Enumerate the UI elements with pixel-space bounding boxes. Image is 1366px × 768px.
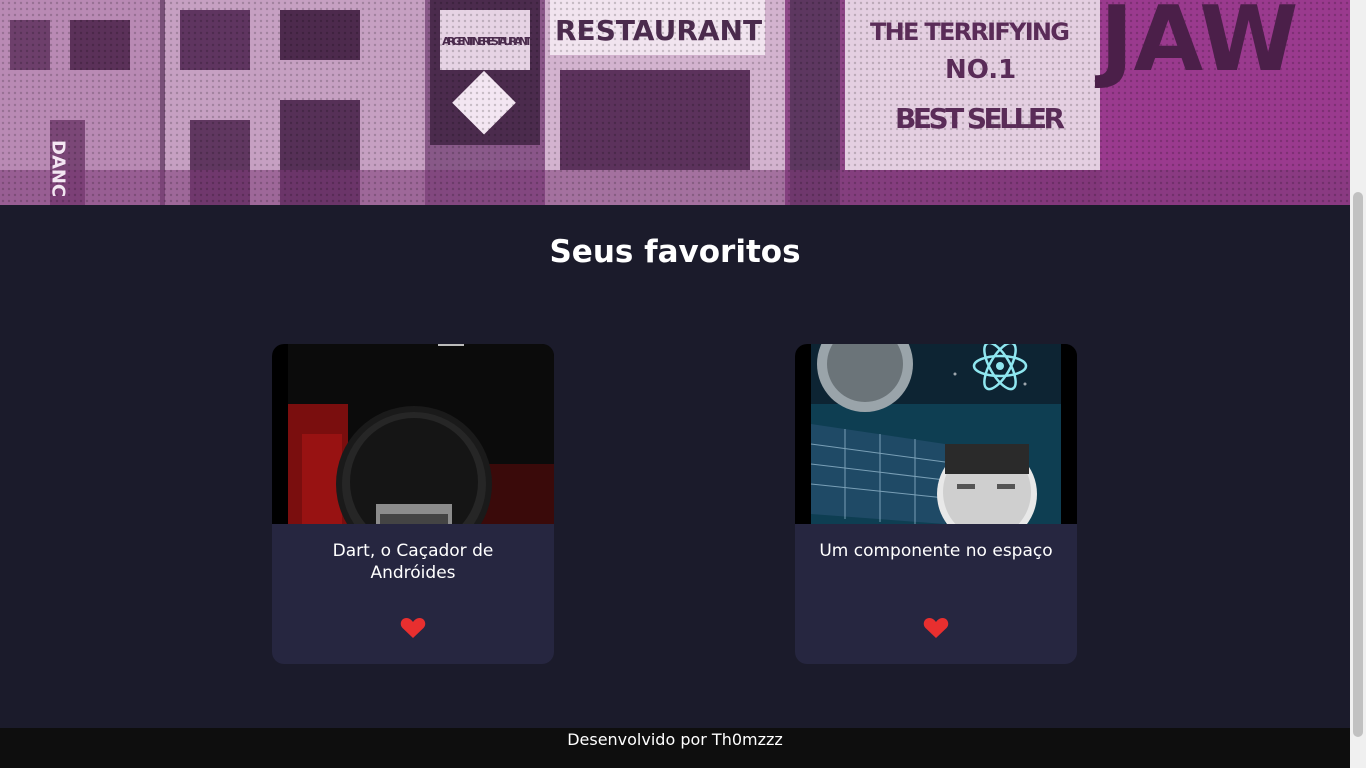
page-title: Seus favoritos <box>549 234 801 270</box>
card-image[interactable] <box>795 344 1077 524</box>
sign-no1: NO.1 <box>945 55 1016 85</box>
card-title[interactable]: Dart, o Caçador de Andróides <box>288 540 538 584</box>
banner-illustration: RESTAURANT ARGENTINE RESTAURANT THE TERR… <box>0 0 1350 205</box>
sign-restaurant: RESTAURANT <box>555 14 762 47</box>
sign-danc: DANC <box>48 140 69 197</box>
favorite-card[interactable]: Dart, o Caçador de Andróides <box>272 344 554 664</box>
scrollbar-thumb[interactable] <box>1353 192 1363 737</box>
favorite-button[interactable] <box>921 616 951 642</box>
footer: Desenvolvido por Th0mzzz <box>0 728 1350 768</box>
vertical-scrollbar[interactable] <box>1350 0 1366 768</box>
card-title[interactable]: Um componente no espaço <box>811 540 1061 562</box>
sign-jaw: JAW <box>1094 0 1298 92</box>
heart-icon <box>400 617 426 638</box>
card-cover-dart <box>272 344 554 524</box>
card-image[interactable] <box>272 344 554 524</box>
sign-argentine: ARGENTINE RESTAURANT <box>442 35 532 48</box>
favorite-button[interactable] <box>398 616 428 642</box>
favorite-card[interactable]: Um componente no espaço <box>795 344 1077 664</box>
sign-terrifying: THE TERRIFYING <box>870 18 1070 46</box>
heart-icon <box>923 617 949 638</box>
hero-banner: RESTAURANT ARGENTINE RESTAURANT THE TERR… <box>0 0 1350 205</box>
sign-best-seller: BEST SELLER <box>895 102 1065 135</box>
page: RESTAURANT ARGENTINE RESTAURANT THE TERR… <box>0 0 1350 768</box>
card-cover-space <box>795 344 1077 524</box>
footer-credit: Desenvolvido por Th0mzzz <box>567 730 783 749</box>
